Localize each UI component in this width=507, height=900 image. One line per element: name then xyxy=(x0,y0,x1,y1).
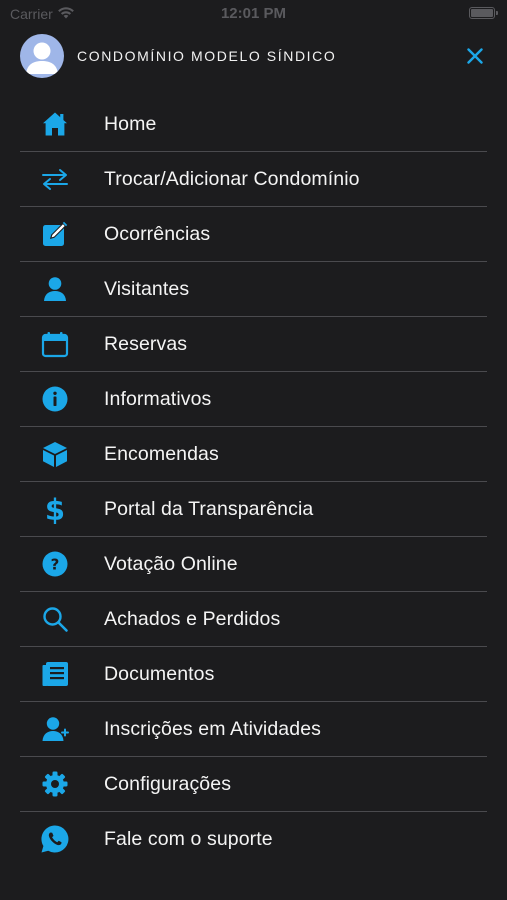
menu-label: Votação Online xyxy=(104,552,238,575)
menu-label: Configurações xyxy=(104,772,232,795)
menu-item-settings[interactable]: Configurações xyxy=(20,757,487,812)
menu-label: Documentos xyxy=(104,662,215,685)
menu-item-occurrences[interactable]: Ocorrências xyxy=(20,207,487,262)
menu-item-home[interactable]: Home xyxy=(20,97,487,152)
info-icon xyxy=(40,384,70,414)
menu-item-reservations[interactable]: Reservas xyxy=(20,317,487,372)
avatar[interactable] xyxy=(20,34,64,78)
menu-item-swap-condominium[interactable]: Trocar/Adicionar Condomínio xyxy=(20,152,487,207)
menu-label: Ocorrências xyxy=(104,222,211,245)
home-icon xyxy=(40,109,70,139)
menu-label: Visitantes xyxy=(104,277,190,300)
person-icon xyxy=(40,274,70,304)
menu-label: Encomendas xyxy=(104,442,219,465)
menu-label: Fale com o suporte xyxy=(104,827,273,850)
svg-text:$: $ xyxy=(45,494,65,524)
person-add-icon xyxy=(40,714,70,744)
menu-label: Informativos xyxy=(104,387,212,410)
close-button[interactable] xyxy=(463,44,487,68)
menu-label: Achados e Perdidos xyxy=(104,607,281,630)
side-menu: Home Trocar/Adicionar Condomínio Ocorrên… xyxy=(20,97,487,866)
condominium-title: CONDOMÍNIO MODELO SÍNDICO xyxy=(77,48,337,64)
document-list-icon xyxy=(40,659,70,689)
menu-item-support[interactable]: Fale com o suporte xyxy=(20,812,487,866)
search-icon xyxy=(40,604,70,634)
dollar-icon: $ xyxy=(40,494,70,524)
swap-arrows-icon xyxy=(40,164,70,194)
close-icon xyxy=(467,48,483,64)
menu-label: Trocar/Adicionar Condomínio xyxy=(104,167,360,190)
package-box-icon xyxy=(40,439,70,469)
status-bar: Carrier 12:01 PM xyxy=(0,0,507,28)
menu-item-informatives[interactable]: Informativos xyxy=(20,372,487,427)
menu-item-lost-and-found[interactable]: Achados e Perdidos xyxy=(20,592,487,647)
menu-label: Portal da Transparência xyxy=(104,497,314,520)
menu-label: Home xyxy=(104,112,157,135)
menu-item-activity-registrations[interactable]: Inscrições em Atividades xyxy=(20,702,487,757)
menu-item-visitors[interactable]: Visitantes xyxy=(20,262,487,317)
menu-item-transparency-portal[interactable]: $ Portal da Transparência xyxy=(20,482,487,537)
menu-item-online-voting[interactable]: ? Votação Online xyxy=(20,537,487,592)
user-avatar-icon xyxy=(26,42,58,74)
gear-icon xyxy=(40,769,70,799)
menu-item-documents[interactable]: Documentos xyxy=(20,647,487,702)
battery-icon xyxy=(469,7,498,19)
drawer-header: CONDOMÍNIO MODELO SÍNDICO xyxy=(20,34,487,78)
whatsapp-icon xyxy=(40,824,70,854)
menu-label: Inscrições em Atividades xyxy=(104,717,321,740)
question-icon: ? xyxy=(40,549,70,579)
calendar-icon xyxy=(40,329,70,359)
menu-label: Reservas xyxy=(104,332,188,355)
edit-note-icon xyxy=(40,219,70,249)
menu-item-packages[interactable]: Encomendas xyxy=(20,427,487,482)
svg-text:?: ? xyxy=(51,555,60,573)
status-time: 12:01 PM xyxy=(220,5,287,22)
